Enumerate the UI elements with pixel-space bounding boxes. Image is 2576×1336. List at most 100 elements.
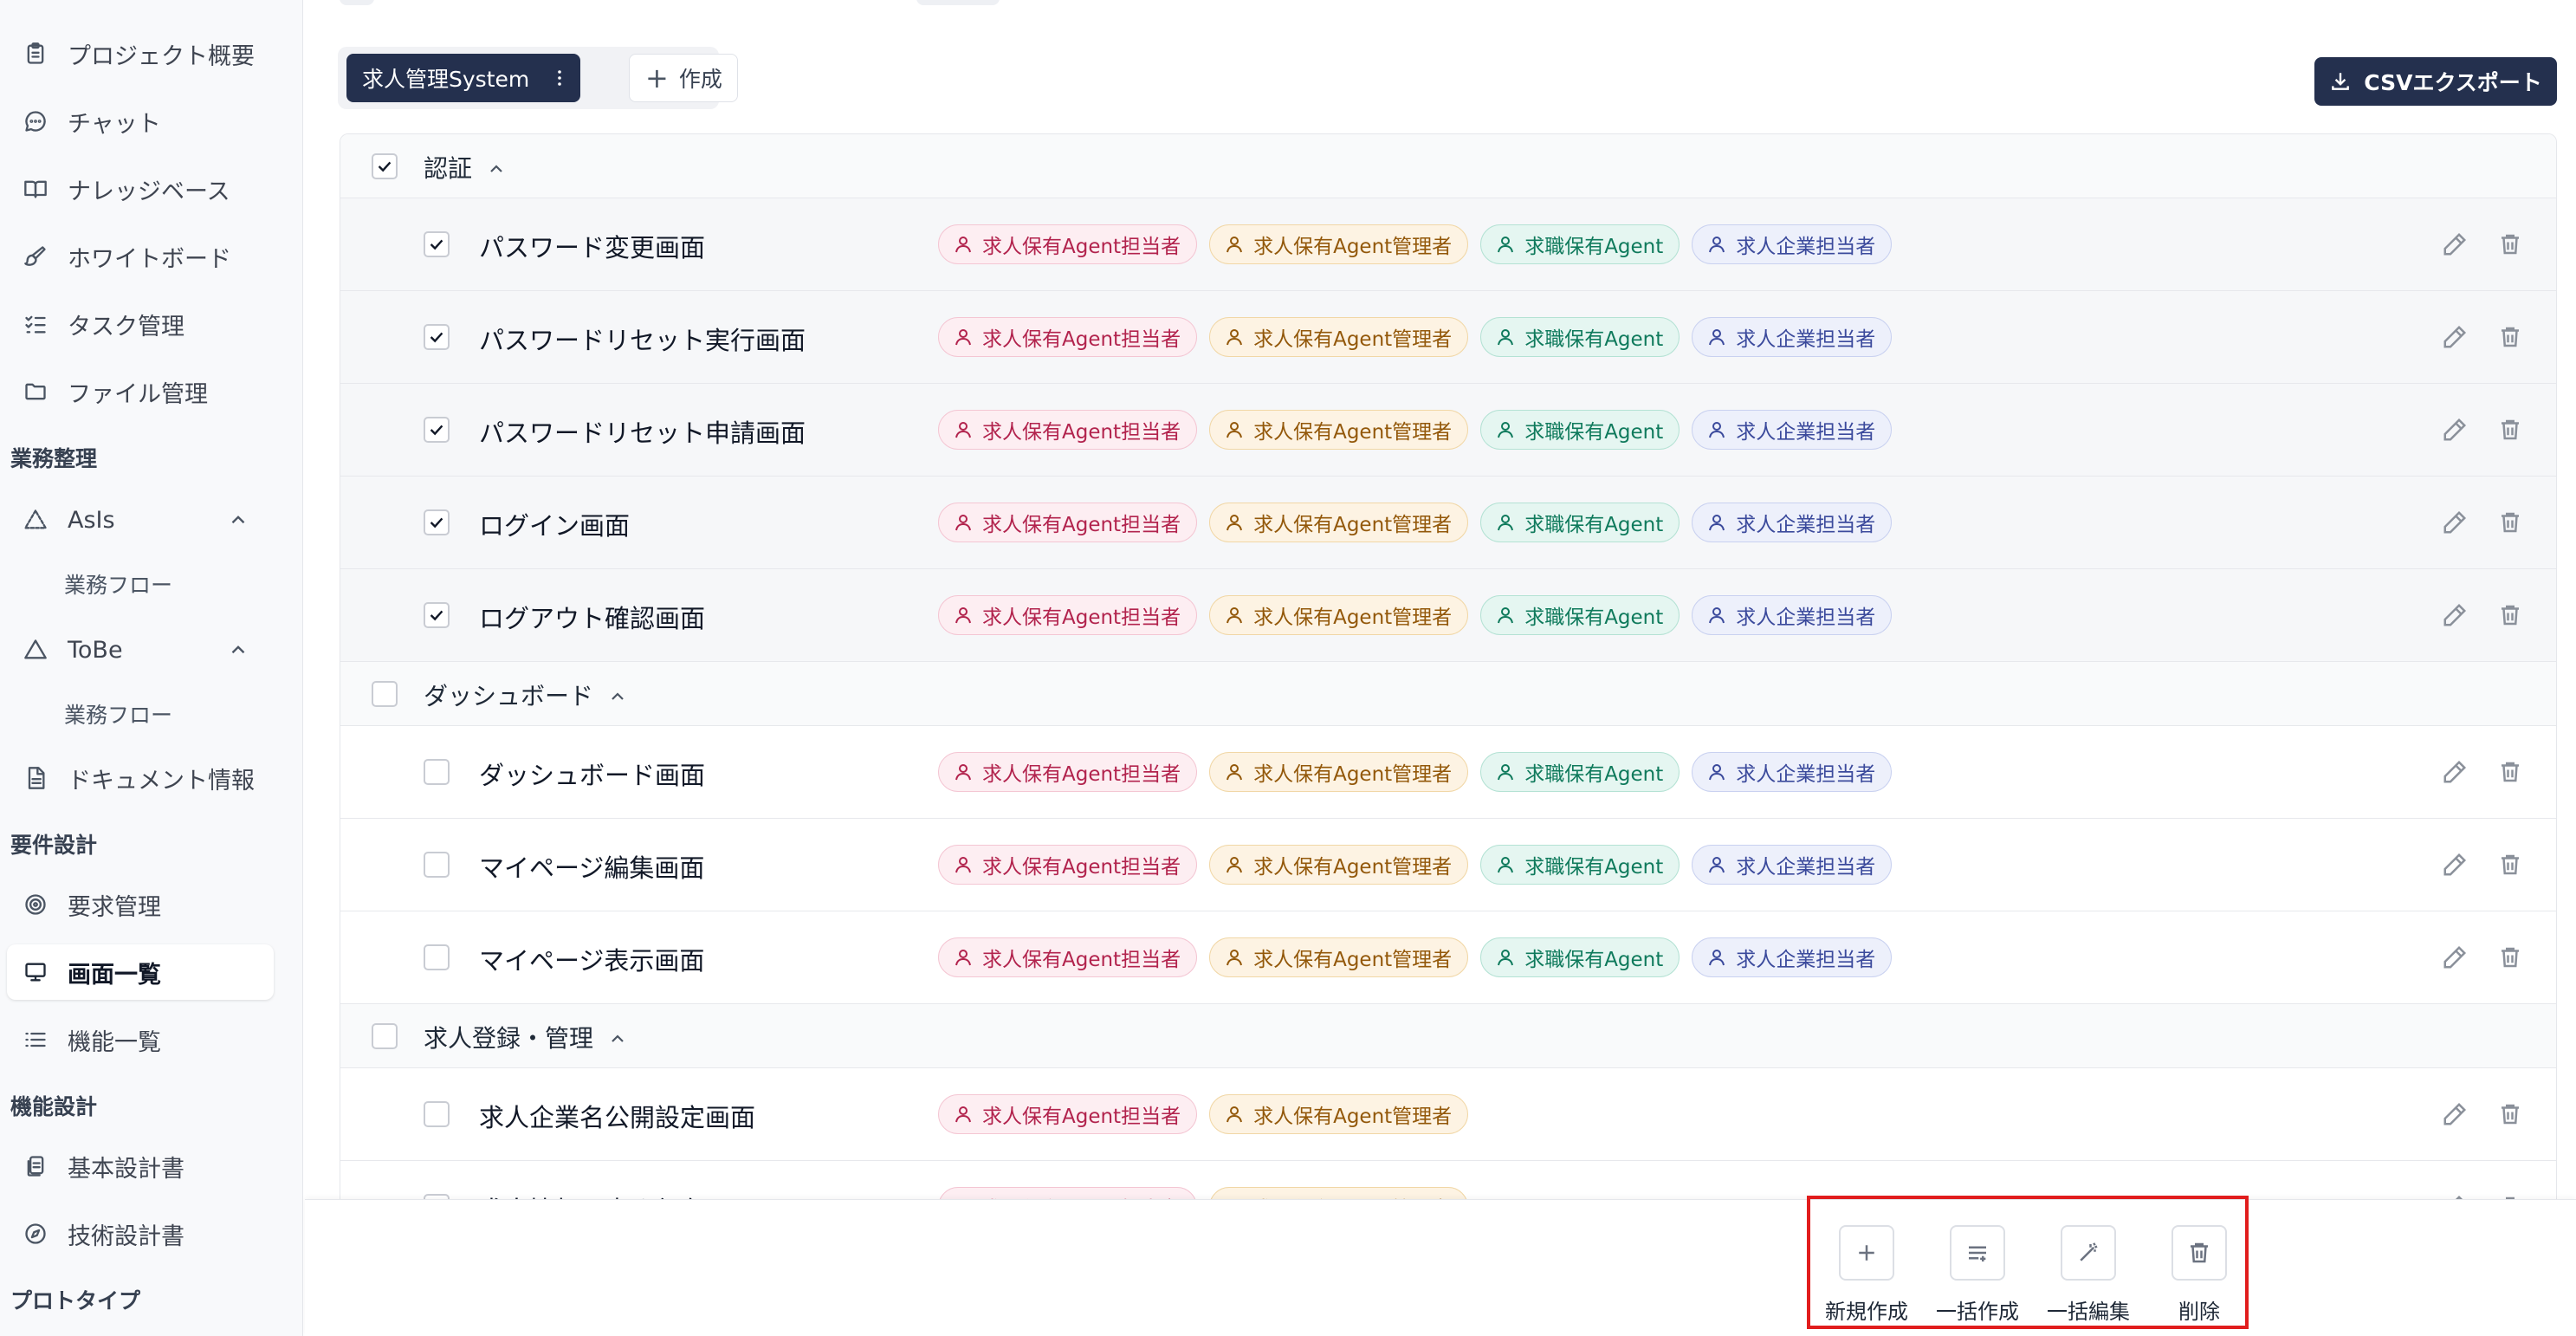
edit-pencil-icon[interactable] [2442,509,2468,539]
role-badge-label: 求職保有Agent [1524,856,1664,879]
row-checkbox[interactable] [424,417,450,443]
table-row[interactable]: パスワード変更画面 求人保有Agent担当者 求人保有Agent管理者 求職保有Age… [340,198,2556,291]
target-icon [23,892,49,918]
trash-icon[interactable] [2497,324,2523,353]
new-create-button[interactable]: 新規作成 [1819,1225,1914,1325]
edit-pencil-icon[interactable] [2442,231,2468,261]
edit-pencil-icon[interactable] [2442,324,2468,353]
trash-icon[interactable] [2497,944,2523,974]
user-icon [1706,947,1736,968]
group-checkbox[interactable] [372,153,398,179]
screen-name[interactable]: ログイン画面 [479,506,630,542]
role-badge-label: 求人保有Agent管理者 [1253,236,1453,258]
screen-name[interactable]: ダッシュボード画面 [479,756,705,792]
group-label: 認証 [424,154,473,183]
sidebar-item-whiteboard[interactable]: ホワイトボード [7,229,274,284]
group-checkbox[interactable] [372,681,398,707]
role-badge-label: 求人保有Agent担当者 [982,856,1181,879]
sidebar-item-file-management[interactable]: ファイル管理 [7,364,274,419]
sidebar-item-requirements[interactable]: 要求管理 [7,877,274,932]
role-badge-seeker-agent: 求職保有Agent [1480,937,1680,977]
edit-pencil-icon[interactable] [2442,852,2468,881]
more-vertical-icon[interactable] [549,64,570,92]
table-row[interactable]: マイページ表示画面 求人保有Agent担当者 求人保有Agent管理者 求職保有Age… [340,911,2556,1004]
table-row[interactable]: ログアウト確認画面 求人保有Agent担当者 求人保有Agent管理者 求職保有Age… [340,569,2556,662]
sidebar-item-basic-design[interactable]: 基本設計書 [7,1138,274,1194]
sidebar-item-label: ファイル管理 [68,380,208,408]
table-row[interactable]: マイページ編集画面 求人保有Agent担当者 求人保有Agent管理者 求職保有Age… [340,819,2556,911]
triangle-icon [23,637,49,663]
trash-icon[interactable] [2497,759,2523,788]
scrolled-element-fragment [340,0,374,5]
user-icon [1495,327,1524,347]
chevron-up-icon[interactable] [227,639,249,661]
trash-icon[interactable] [2497,231,2523,261]
screen-name[interactable]: パスワードリセット申請画面 [479,413,806,450]
screen-name[interactable]: ログアウト確認画面 [479,599,705,635]
group-checkbox[interactable] [372,1023,398,1049]
folder-icon [23,379,49,405]
table-row[interactable]: パスワードリセット申請画面 求人保有Agent担当者 求人保有Agent管理者 求職保… [340,384,2556,477]
tab-job-management-system[interactable]: 求人管理System [346,54,580,102]
edit-pencil-icon[interactable] [2442,602,2468,632]
sidebar-item-screen-list[interactable]: 画面一覧 [7,944,274,1000]
role-badge-label: 求人保有Agent担当者 [982,1106,1181,1128]
clipboard-icon [23,41,49,67]
screen-name[interactable]: パスワード変更画面 [479,228,705,264]
table-row[interactable]: パスワードリセット実行画面 求人保有Agent担当者 求人保有Agent管理者 求職保… [340,291,2556,384]
role-badge-company-staff: 求人企業担当者 [1692,503,1893,542]
group-toggle[interactable]: ダッシュボード [424,678,628,712]
screen-name[interactable]: 求人企業名公開設定画面 [479,1098,755,1134]
edit-pencil-icon[interactable] [2442,1101,2468,1131]
screen-name[interactable]: マイページ表示画面 [479,941,704,977]
trash-icon[interactable] [2497,509,2523,539]
sidebar-item-project-overview[interactable]: プロジェクト概要 [7,26,274,81]
user-icon [1224,947,1253,968]
sidebar-item-asis[interactable]: AsIs [7,492,274,548]
role-badge-label: 求人企業担当者 [1736,328,1876,351]
row-checkbox[interactable] [424,509,450,535]
screen-name[interactable]: パスワードリセット実行画面 [479,321,806,357]
group-toggle[interactable]: 求人登録・管理 [424,1020,628,1054]
trash-icon[interactable] [2497,602,2523,632]
sidebar-item-chat[interactable]: チャット [7,94,274,149]
sidebar-subitem-tobe-flow[interactable]: 業務フロー [7,688,274,740]
create-tab-button[interactable]: + 作成 [629,54,738,102]
sidebar-item-function-list[interactable]: 機能一覧 [7,1012,274,1067]
delete-button[interactable]: 削除 [2152,1225,2247,1325]
role-badge-label: 求人保有Agent担当者 [982,328,1181,351]
role-badge-label: 求職保有Agent [1524,236,1664,258]
sidebar-item-task-management[interactable]: タスク管理 [7,296,274,352]
user-icon [953,947,982,968]
screen-name[interactable]: マイページ編集画面 [479,848,704,885]
trash-icon[interactable] [2497,1101,2523,1131]
trash-icon[interactable] [2497,417,2523,446]
group-toggle[interactable]: 認証 [424,150,507,185]
table-row[interactable]: 求人企業名公開設定画面 求人保有Agent担当者 求人保有Agent管理者 [340,1068,2556,1161]
bulk-edit-button[interactable]: 一括編集 [2041,1225,2136,1325]
chevron-up-icon[interactable] [227,509,249,531]
sidebar-item-tech-design[interactable]: 技術設計書 [7,1206,274,1261]
role-badge-agent-staff: 求人保有Agent担当者 [938,410,1198,450]
tab-group: 求人管理System + 作成 [338,47,738,109]
sidebar-item-tobe[interactable]: ToBe [7,622,274,678]
row-checkbox[interactable] [424,852,450,878]
row-checkbox[interactable] [424,602,450,628]
row-checkbox[interactable] [424,1101,450,1127]
edit-pencil-icon[interactable] [2442,944,2468,974]
row-checkbox[interactable] [424,324,450,350]
row-checkbox[interactable] [424,759,450,785]
bulk-create-button[interactable]: 一括作成 [1930,1225,2025,1325]
table-row[interactable]: ダッシュボード画面 求人保有Agent担当者 求人保有Agent管理者 求職保有Age… [340,726,2556,819]
trash-icon[interactable] [2497,852,2523,881]
table-row[interactable]: ログイン画面 求人保有Agent担当者 求人保有Agent管理者 求職保有Agent 求… [340,477,2556,569]
row-checkbox[interactable] [424,231,450,257]
row-checkbox[interactable] [424,944,450,970]
edit-pencil-icon[interactable] [2442,759,2468,788]
sidebar-item-document-info[interactable]: ドキュメント情報 [7,750,274,806]
sidebar-item-knowledge-base[interactable]: ナレッジベース [7,161,274,217]
sidebar-subitem-asis-flow[interactable]: 業務フロー [7,558,274,610]
csv-export-button[interactable]: CSVエクスポート [2314,57,2557,106]
role-badge-company-staff: 求人企業担当者 [1692,410,1893,450]
edit-pencil-icon[interactable] [2442,417,2468,446]
